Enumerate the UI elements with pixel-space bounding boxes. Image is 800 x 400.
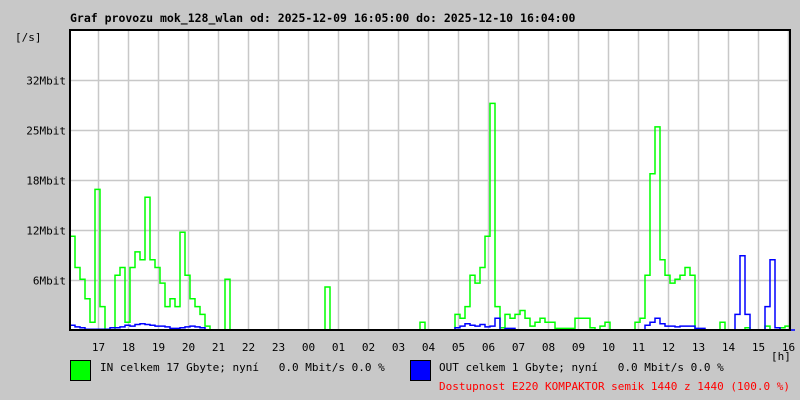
y-tick-label: 25Mbit bbox=[26, 125, 66, 138]
traffic-chart: Graf provozu mok_128_wlan od: 2025-12-09… bbox=[0, 0, 800, 400]
chart-title: Graf provozu mok_128_wlan od: 2025-12-09… bbox=[70, 11, 575, 26]
x-tick-label: 22 bbox=[242, 341, 255, 354]
y-axis-unit: [/s] bbox=[15, 31, 42, 44]
x-tick-label: 21 bbox=[212, 341, 225, 354]
y-tick-label: 6Mbit bbox=[33, 275, 66, 288]
x-tick-label: 01 bbox=[332, 341, 345, 354]
x-tick-label: 08 bbox=[542, 341, 555, 354]
x-tick-label: 13 bbox=[692, 341, 705, 354]
y-tick-label: 18Mbit bbox=[26, 175, 66, 188]
x-tick-label: 19 bbox=[152, 341, 165, 354]
x-tick-label: 00 bbox=[302, 341, 315, 354]
legend-in-swatch bbox=[70, 360, 91, 381]
y-tick-label: 32Mbit bbox=[26, 75, 66, 88]
legend-out-text: OUT celkem 1 Gbyte; nyní 0.0 Mbit/s 0.0 … bbox=[439, 361, 724, 374]
x-tick-label: 20 bbox=[182, 341, 195, 354]
x-tick-label: 05 bbox=[452, 341, 465, 354]
x-tick-label: 14 bbox=[722, 341, 736, 354]
x-tick-label: 12 bbox=[662, 341, 675, 354]
x-tick-label: 10 bbox=[602, 341, 615, 354]
x-tick-label: 09 bbox=[572, 341, 585, 354]
x-tick-label: 23 bbox=[272, 341, 285, 354]
availability-text: Dostupnost E220 KOMPAKTOR semik 1440 z 1… bbox=[439, 380, 790, 393]
legend-in-text: IN celkem 17 Gbyte; nyní 0.0 Mbit/s 0.0 … bbox=[100, 361, 385, 374]
legend-out-swatch bbox=[410, 360, 431, 381]
y-tick-label: 12Mbit bbox=[26, 225, 66, 238]
x-axis-unit: [h] bbox=[771, 350, 791, 363]
x-tick-label: 11 bbox=[632, 341, 645, 354]
x-tick-label: 18 bbox=[122, 341, 135, 354]
x-tick-label: 07 bbox=[512, 341, 525, 354]
x-tick-label: 03 bbox=[392, 341, 405, 354]
x-tick-label: 17 bbox=[92, 341, 105, 354]
x-tick-label: 06 bbox=[482, 341, 495, 354]
x-tick-label: 04 bbox=[422, 341, 436, 354]
x-tick-label: 15 bbox=[752, 341, 765, 354]
x-tick-label: 02 bbox=[362, 341, 375, 354]
